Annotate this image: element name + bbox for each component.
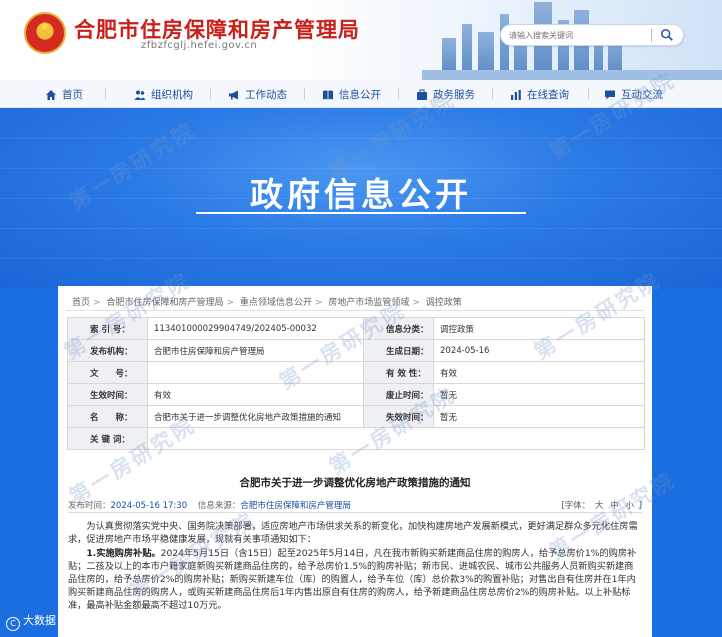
- search-input[interactable]: [509, 28, 649, 43]
- book-icon: [323, 90, 333, 99]
- breadcrumb-item[interactable]: 合肥市住房保障和房产管理局: [106, 298, 223, 308]
- table-row: 索 引 号： 11340100002990474​9/202405-00032 …: [67, 317, 645, 340]
- font-size-switcher: [字体： 大 中 小 ]: [561, 501, 642, 511]
- breadcrumb-item[interactable]: 重点领域信息公开: [240, 298, 312, 308]
- corner-logo-icon: C: [6, 617, 20, 631]
- nav-organization[interactable]: 组织机构: [134, 87, 193, 102]
- site-domain: zfbzfcglj.hefei.gov.cn: [141, 40, 258, 51]
- font-size-large-button[interactable]: 大: [595, 501, 604, 511]
- megaphone-icon: [229, 90, 238, 99]
- repeal-time: 暂无: [433, 383, 645, 406]
- expire-time: 暂无: [433, 405, 645, 428]
- article-body: 为认真贯彻落实党中央、国务院决策部署，适应房地产市场供求关系的新变化，加快构建房…: [68, 520, 642, 613]
- keywords: [147, 427, 645, 450]
- publisher: 合肥市住房保障和房产管理局: [147, 339, 364, 362]
- content-panel: 首页 > 合肥市住房保障和房产管理局 > 重点领域信息公开 > 房地产市场监管领域 > …: [58, 286, 652, 637]
- nav-interaction[interactable]: 互动交流: [604, 87, 663, 102]
- info-source: 合肥市住房保障和房产管理局: [240, 501, 351, 511]
- nav-info-disclosure[interactable]: 信息公开: [322, 87, 381, 102]
- page-banner: 政府信息公开: [0, 108, 722, 288]
- people-icon: [134, 90, 146, 100]
- banner-underline: [196, 212, 526, 214]
- national-emblem-icon: [24, 12, 66, 54]
- search-button[interactable]: [657, 27, 677, 44]
- breadcrumb-item[interactable]: 首页: [72, 298, 90, 308]
- chart-icon: [511, 89, 521, 100]
- article-title: 合肥市关于进一步调整优化房地产政策措施的通知: [239, 477, 471, 489]
- service-icon: [417, 89, 427, 100]
- validity: 有效: [433, 361, 645, 384]
- banner-title: 政府信息公开: [250, 175, 472, 214]
- font-size-medium-button[interactable]: 中: [610, 501, 619, 511]
- search-box: [500, 24, 684, 46]
- article-paragraph: 1.实施购房补贴。2024年5月15日（含15日）起至2025年5月14日，凡在…: [68, 548, 637, 611]
- document-name: 合肥市关于进一步调整优化房地产政策措施的通知: [147, 405, 364, 428]
- index-number: 11340100002990474​9/202405-00032: [147, 317, 364, 340]
- generate-date: 2024-05-16: [433, 339, 645, 362]
- nav-home[interactable]: 首页: [45, 87, 83, 102]
- chat-icon: [605, 90, 615, 99]
- table-row: 名 称： 合肥市关于进一步调整优化房地产政策措施的通知 失效时间： 暂无: [67, 405, 645, 428]
- search-icon: [660, 28, 673, 41]
- main-nav: 首页 组织机构 工作动态 信息公开 政务服务 在线查询 互动交流: [0, 80, 722, 108]
- font-size-small-button[interactable]: 小: [625, 501, 634, 511]
- site-header: 合肥市住房保障和房产管理局 zfbzfcglj.hefei.gov.cn: [0, 0, 722, 80]
- nav-gov-service[interactable]: 政务服务: [416, 87, 475, 102]
- info-category: 调控政策: [433, 317, 645, 340]
- publish-info: 发布时间：2024-05-16 17:30 信息来源：合肥市住房保障和房产管理局: [68, 501, 351, 511]
- table-row: 文 号： 有 效 性： 有效: [67, 361, 645, 384]
- breadcrumb: 首页 > 合肥市住房保障和房产管理局 > 重点领域信息公开 > 房地产市场监管领域 > …: [72, 298, 462, 308]
- nav-online-query[interactable]: 在线查询: [510, 87, 569, 102]
- table-row: 生效时间： 有效 废止时间： 暂无: [67, 383, 645, 406]
- table-row: 发布机构： 合肥市住房保障和房产管理局 生成日期： 2024-05-16: [67, 339, 645, 362]
- publish-time: 2024-05-16 17:30: [110, 501, 188, 511]
- effective-time: 有效: [147, 383, 364, 406]
- nav-work-news[interactable]: 工作动态: [228, 87, 287, 102]
- breadcrumb-item[interactable]: 房地产市场监管领域: [328, 298, 409, 308]
- document-number: [147, 361, 364, 384]
- article-paragraph: 为认真贯彻落实党中央、国务院决策部署，适应房地产市场供求关系的新变化，加快构建房…: [68, 521, 638, 545]
- corner-logo: C 大数据: [6, 612, 56, 631]
- breadcrumb-item[interactable]: 调控政策: [426, 298, 462, 308]
- table-row: 关 键 词：: [67, 427, 645, 450]
- home-icon: [46, 89, 56, 100]
- document-meta-table: 索 引 号： 11340100002990474​9/202405-00032 …: [67, 317, 645, 450]
